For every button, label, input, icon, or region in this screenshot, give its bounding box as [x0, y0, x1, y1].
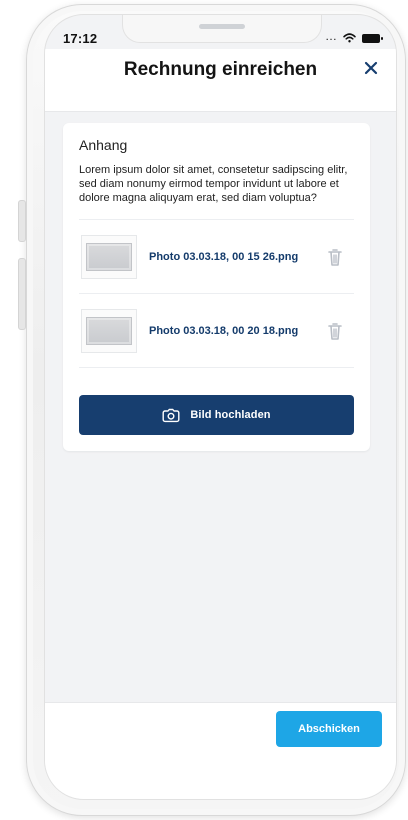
phone-mockup-stage: 17:12 … Rechnung einreichen Anhang Lorem…	[0, 0, 408, 820]
attachment-description: Lorem ipsum dolor sit amet, consetetur s…	[79, 164, 348, 204]
attachment-heading: Anhang	[79, 137, 128, 153]
attachment-list: Photo 03.03.18, 00 15 26.png Photo 03.03…	[79, 219, 354, 368]
attachment-item[interactable]: Photo 03.03.18, 00 20 18.png	[79, 294, 354, 368]
app-screen: 17:12 … Rechnung einreichen Anhang Lorem…	[44, 14, 397, 800]
delete-attachment-button[interactable]	[322, 244, 348, 270]
upload-image-button[interactable]: Bild hochladen	[79, 395, 354, 435]
phone-side-button	[18, 200, 26, 242]
attachment-file-name[interactable]: Photo 03.03.18, 00 15 26.png	[149, 251, 322, 263]
receipt-preview	[86, 242, 132, 271]
camera-icon	[162, 408, 180, 423]
upload-image-label: Bild hochladen	[190, 409, 271, 421]
attachment-item[interactable]: Photo 03.03.18, 00 15 26.png	[79, 220, 354, 294]
trash-icon	[328, 322, 342, 340]
status-icons: …	[325, 29, 383, 43]
phone-notch	[122, 15, 322, 43]
battery-icon	[362, 33, 383, 43]
delete-attachment-button[interactable]	[322, 318, 348, 344]
footer: Abschicken	[45, 702, 396, 799]
attachment-thumbnail	[81, 234, 137, 279]
receipt-preview	[86, 316, 132, 345]
notch-speaker	[199, 24, 245, 29]
attachment-thumbnail	[81, 308, 137, 353]
trash-icon	[328, 248, 342, 266]
content-area: Anhang Lorem ipsum dolor sit amet, conse…	[45, 111, 396, 711]
wifi-icon	[343, 33, 356, 43]
close-button[interactable]	[360, 57, 382, 79]
submit-label: Abschicken	[298, 723, 360, 735]
attachment-card: Anhang Lorem ipsum dolor sit amet, conse…	[63, 123, 370, 451]
close-icon	[364, 61, 378, 75]
page-title: Rechnung einreichen	[123, 59, 318, 80]
phone-side-button	[18, 258, 26, 330]
status-time: 17:12	[63, 31, 98, 46]
signal-dots-icon: …	[325, 29, 337, 43]
attachment-file-name[interactable]: Photo 03.03.18, 00 20 18.png	[149, 325, 322, 337]
header: Rechnung einreichen	[45, 49, 396, 112]
submit-button[interactable]: Abschicken	[276, 711, 382, 747]
